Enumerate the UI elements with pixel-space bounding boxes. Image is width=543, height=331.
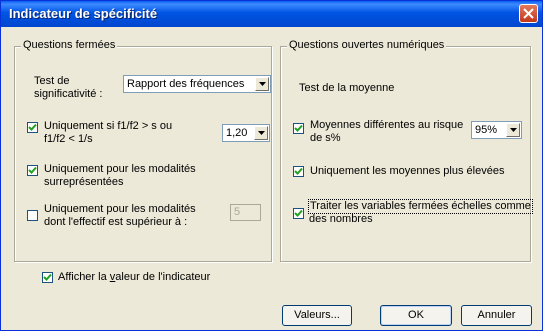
means-checkbox[interactable]: [293, 123, 304, 134]
scales-as-numbers-label-line2: des nombres: [309, 213, 373, 225]
ratio-label-line1: Uniquement si f1/f2 > s ou: [44, 120, 173, 132]
effectif-label-line2: dont l'effectif est supérieur à :: [44, 216, 188, 228]
scales-as-numbers-checkbox[interactable]: [293, 208, 304, 219]
test-label-line1: Test de: [34, 75, 70, 87]
risk-select[interactable]: 95%: [471, 121, 522, 139]
chevron-down-icon[interactable]: [254, 126, 268, 140]
show-value-label-part1: Afficher la: [58, 271, 110, 283]
effectif-checkbox[interactable]: [27, 210, 38, 221]
ratio-label-line2: f1/f2 < 1/s: [44, 133, 93, 145]
show-value-label: Afficher la valeur de l'indicateur: [58, 271, 210, 284]
effectif-input-value: 5: [234, 206, 241, 218]
closed-questions-title: Questions fermées: [21, 39, 118, 51]
open-questions-title: Questions ouvertes numériques: [287, 39, 447, 51]
closed-questions-group: Questions fermées Test de significativit…: [14, 39, 272, 262]
overrepresented-label-line1: Uniquement pour les modalités: [44, 163, 196, 175]
test-select-value: Rapport des fréquences: [127, 78, 245, 90]
effectif-label-line1: Uniquement pour les modalités: [44, 203, 196, 215]
chevron-down-icon[interactable]: [506, 123, 520, 137]
higher-means-label: Uniquement les moyennes plus élevées: [310, 165, 505, 177]
show-value-checkbox[interactable]: [42, 272, 53, 283]
scales-as-numbers-label-line1: Traiter les variables fermées échelles c…: [308, 199, 533, 214]
mean-test-label: Test de la moyenne: [299, 82, 395, 94]
values-button[interactable]: Valeurs...: [282, 305, 352, 326]
show-value-label-part2: aleur de l'indicateur: [115, 271, 211, 283]
overrepresented-checkbox[interactable]: [27, 165, 38, 176]
ok-button[interactable]: OK: [380, 305, 452, 326]
test-select[interactable]: Rapport des fréquences: [123, 75, 271, 93]
cancel-button[interactable]: Annuler: [461, 305, 532, 326]
dialog-window: Indicateur de spécificité Questions ferm…: [0, 0, 543, 331]
ratio-select-value: 1,20: [226, 127, 248, 139]
open-questions-group: Questions ouvertes numériques Test de la…: [280, 39, 533, 262]
close-button[interactable]: [519, 4, 538, 23]
means-label-line1: Moyennes différentes au risque: [310, 119, 464, 131]
title-bar: Indicateur de spécificité: [1, 1, 542, 27]
effectif-input[interactable]: 5: [230, 204, 261, 221]
dialog-body: Questions fermées Test de significativit…: [4, 27, 539, 327]
chevron-down-icon[interactable]: [255, 77, 269, 91]
higher-means-checkbox[interactable]: [293, 166, 304, 177]
window-title: Indicateur de spécificité: [9, 6, 158, 21]
ratio-checkbox[interactable]: [27, 122, 38, 133]
test-label-line2: significativité :: [34, 88, 103, 100]
risk-select-value: 95%: [475, 124, 498, 136]
means-label-line2: de s%: [310, 132, 341, 144]
overrepresented-label-line2: surreprésentées: [44, 176, 124, 188]
ratio-select[interactable]: 1,20: [222, 124, 270, 142]
